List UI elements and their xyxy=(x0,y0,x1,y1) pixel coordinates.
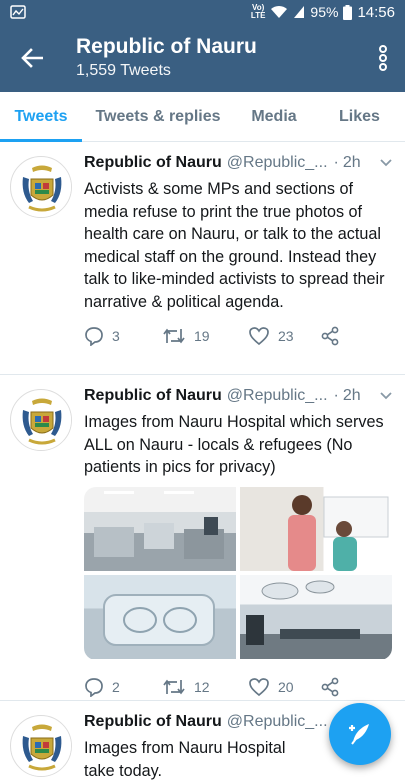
signal-icon xyxy=(293,5,305,19)
reply-button[interactable]: 3 xyxy=(84,326,162,346)
retweet-count: 12 xyxy=(194,678,210,695)
heart-icon xyxy=(249,327,269,346)
avatar[interactable] xyxy=(10,156,72,218)
battery-icon xyxy=(343,4,353,20)
tweet-text: Images from Nauru Hospital take today. xyxy=(84,739,286,780)
reply-icon xyxy=(85,327,103,346)
tweet-media-grid xyxy=(84,486,392,660)
chevron-down-icon[interactable] xyxy=(379,156,393,170)
retweet-icon xyxy=(163,679,185,694)
more-vertical-icon[interactable] xyxy=(371,42,395,74)
tweet-actions: 3 19 23 xyxy=(84,313,393,359)
tab-likes[interactable]: Likes xyxy=(314,92,405,141)
profile-title: Republic of Nauru xyxy=(76,35,257,58)
tweet-count: 1,559 Tweets xyxy=(76,62,171,79)
like-count: 20 xyxy=(278,678,294,695)
tweet[interactable]: Republic of Nauru @Republic_... · 2h Ima… xyxy=(0,375,405,701)
retweet-button[interactable]: 12 xyxy=(162,678,248,696)
reply-button[interactable]: 2 xyxy=(84,677,162,697)
share-icon xyxy=(321,326,339,346)
tweet-author-handle[interactable]: @Republic_... xyxy=(227,154,328,172)
reply-count: 3 xyxy=(112,328,120,344)
media-photo-operating-room[interactable] xyxy=(240,574,392,659)
media-photo-staff[interactable] xyxy=(240,486,392,571)
tweet-author-handle[interactable]: @Republic_... xyxy=(227,713,328,731)
heart-icon xyxy=(249,677,269,696)
share-button[interactable] xyxy=(320,326,340,346)
tweet-timestamp: 2h xyxy=(342,154,361,171)
tweet-author-handle[interactable]: @Republic_... xyxy=(227,387,328,405)
status-bar: Vo) LTE 95% 14:56 xyxy=(0,0,405,24)
reply-icon xyxy=(85,677,103,697)
separator-dot: · xyxy=(333,387,339,404)
media-photo-incubator[interactable] xyxy=(84,574,236,659)
separator-dot: · xyxy=(333,154,339,171)
clock: 14:56 xyxy=(357,3,395,21)
retweet-icon xyxy=(163,328,185,344)
tab-tweets[interactable]: Tweets xyxy=(0,92,82,142)
tweet-author-name[interactable]: Republic of Nauru xyxy=(84,387,222,405)
battery-percent: 95% xyxy=(310,4,339,20)
arrow-left-icon[interactable] xyxy=(16,42,48,74)
share-icon xyxy=(321,677,339,696)
share-button[interactable] xyxy=(320,677,340,697)
tweet-author-name[interactable]: Republic of Nauru xyxy=(84,154,222,172)
compose-tweet-button[interactable] xyxy=(329,703,391,765)
avatar[interactable] xyxy=(10,715,72,777)
notification-icon xyxy=(10,5,26,19)
tab-tweets-and-replies[interactable]: Tweets & replies xyxy=(82,92,234,141)
tweet-author-name[interactable]: Republic of Nauru xyxy=(84,713,222,731)
like-button[interactable]: 20 xyxy=(248,677,320,697)
compose-tweet-icon xyxy=(349,724,369,745)
chevron-down-icon[interactable] xyxy=(379,389,393,403)
like-count: 23 xyxy=(278,328,294,344)
reply-count: 2 xyxy=(112,678,120,695)
tweet-text: Images from Nauru Hospital which serves … xyxy=(84,413,384,476)
tab-media[interactable]: Media xyxy=(234,92,314,141)
app-bar: Republic of Nauru 1,559 Tweets xyxy=(0,24,405,92)
media-photo-lab[interactable] xyxy=(84,486,236,571)
tweet-timestamp: 2h xyxy=(342,387,361,404)
avatar[interactable] xyxy=(10,389,72,451)
retweet-button[interactable]: 19 xyxy=(162,327,248,345)
tweet[interactable]: Republic of Nauru @Republic_... · 2h Act… xyxy=(0,142,405,375)
volte-icon: Vo) LTE xyxy=(250,3,266,20)
wifi-icon xyxy=(270,5,288,19)
profile-tabs: Tweets Tweets & replies Media Likes xyxy=(0,92,405,142)
tweet-text: Activists & some MPs and sections of med… xyxy=(84,180,385,311)
retweet-count: 19 xyxy=(194,328,210,344)
like-button[interactable]: 23 xyxy=(248,326,320,346)
